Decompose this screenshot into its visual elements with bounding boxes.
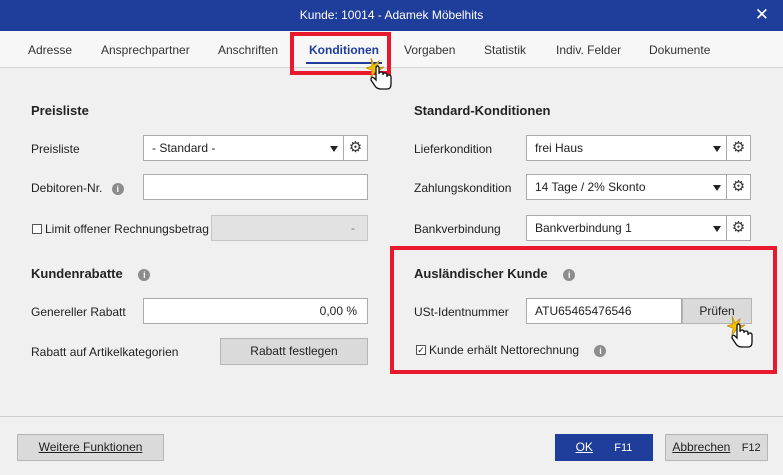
preisliste-select-value: - Standard - bbox=[152, 141, 216, 155]
genereller-rabatt-input[interactable]: 0,00 % bbox=[143, 298, 368, 324]
weitere-funktionen-button[interactable]: Weitere Funktionen bbox=[17, 434, 164, 461]
tab-indiv-felder[interactable]: Indiv. Felder bbox=[556, 43, 621, 57]
chevron-down-icon bbox=[713, 185, 721, 191]
abbrechen-shortcut: F12 bbox=[741, 442, 761, 454]
tab-ansprechpartner[interactable]: Ansprechpartner bbox=[101, 43, 190, 57]
weitere-funktionen-label: Weitere Funktionen bbox=[38, 440, 143, 454]
chevron-down-icon bbox=[713, 146, 721, 152]
bankverbindung-label: Bankverbindung bbox=[414, 222, 501, 236]
info-icon: i bbox=[111, 182, 124, 195]
close-icon[interactable]: ✕ bbox=[755, 6, 769, 23]
limit-checkbox[interactable] bbox=[32, 224, 42, 234]
gear-icon[interactable]: ⚙ bbox=[726, 174, 751, 200]
window-title: Kunde: 10014 - Adamek Möbelhits bbox=[299, 8, 484, 22]
bankverbindung-value: Bankverbindung 1 bbox=[535, 221, 632, 235]
lieferkondition-label: Lieferkondition bbox=[414, 142, 493, 156]
debitoren-label-text: Debitoren-Nr. bbox=[31, 181, 103, 195]
tab-anschriften[interactable]: Anschriften bbox=[218, 43, 278, 57]
hand-cursor-icon bbox=[727, 315, 753, 348]
chevron-down-icon bbox=[330, 146, 338, 152]
tab-dokumente[interactable]: Dokumente bbox=[649, 43, 710, 57]
gear-icon[interactable]: ⚙ bbox=[343, 135, 368, 161]
bankverbindung-select[interactable]: Bankverbindung 1 bbox=[526, 215, 727, 241]
ok-shortcut: F11 bbox=[614, 442, 633, 454]
zahlungskondition-value: 14 Tage / 2% Skonto bbox=[535, 180, 646, 194]
genereller-rabatt-label: Genereller Rabatt bbox=[31, 305, 126, 319]
lieferkondition-value: frei Haus bbox=[535, 141, 584, 155]
title-bar: Kunde: 10014 - Adamek Möbelhits ✕ bbox=[0, 0, 783, 31]
abbrechen-label: Abbrechen bbox=[672, 440, 731, 454]
hand-cursor-icon bbox=[366, 57, 392, 90]
info-icon: i bbox=[138, 268, 151, 281]
tab-adresse[interactable]: Adresse bbox=[28, 43, 72, 57]
debitoren-label: Debitoren-Nr. i bbox=[31, 181, 124, 195]
preisliste-select[interactable]: - Standard - bbox=[143, 135, 344, 161]
kundenrabatte-heading-text: Kundenrabatte bbox=[31, 266, 123, 281]
gear-icon[interactable]: ⚙ bbox=[726, 135, 751, 161]
standard-konditionen-heading: Standard-Konditionen bbox=[414, 103, 551, 118]
gear-icon[interactable]: ⚙ bbox=[726, 215, 751, 241]
zahlungskondition-select[interactable]: 14 Tage / 2% Skonto bbox=[526, 174, 727, 200]
tab-statistik[interactable]: Statistik bbox=[484, 43, 526, 57]
preisliste-label: Preisliste bbox=[31, 142, 80, 156]
rabatt-artikel-label: Rabatt auf Artikelkategorien bbox=[31, 345, 179, 359]
tab-vorgaben[interactable]: Vorgaben bbox=[404, 43, 455, 57]
limit-label: Limit offener Rechnungsbetrag bbox=[45, 222, 209, 236]
ok-label: OK bbox=[575, 440, 593, 454]
ok-button[interactable]: OK F11 bbox=[555, 434, 653, 461]
highlight-frame-auslaendisch bbox=[390, 246, 777, 374]
debitoren-input[interactable] bbox=[143, 174, 368, 200]
lieferkondition-select[interactable]: frei Haus bbox=[526, 135, 727, 161]
abbrechen-button[interactable]: Abbrechen F12 bbox=[665, 434, 768, 461]
preisliste-heading: Preisliste bbox=[31, 103, 89, 118]
zahlungskondition-label: Zahlungskondition bbox=[414, 181, 512, 195]
kundenrabatte-heading: Kundenrabatte i bbox=[31, 266, 151, 281]
rabatt-festlegen-button[interactable]: Rabatt festlegen bbox=[220, 338, 368, 365]
chevron-down-icon bbox=[713, 226, 721, 232]
limit-input: - bbox=[211, 215, 368, 241]
